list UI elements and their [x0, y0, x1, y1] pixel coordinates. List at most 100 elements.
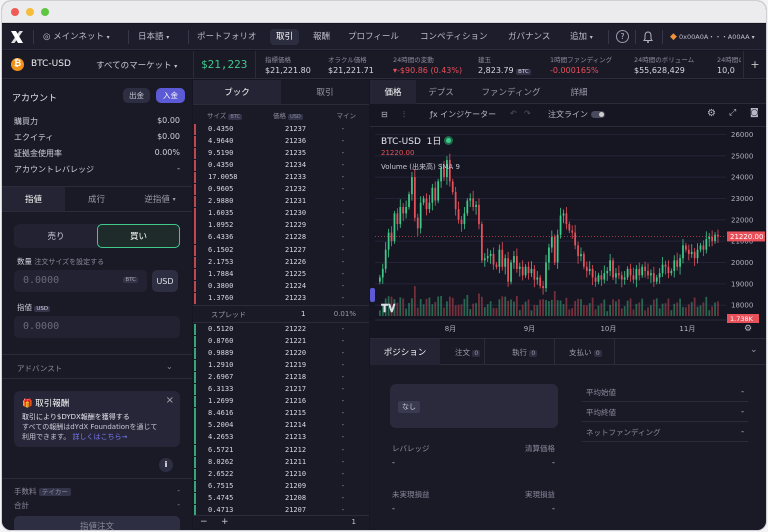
nav-item-governance[interactable]: ガバナンス [508, 29, 550, 45]
bell-icon[interactable] [643, 31, 653, 43]
layout-icon[interactable]: ⊟ [381, 110, 388, 119]
dydx-logo[interactable] [10, 30, 24, 44]
nav-item-trade[interactable]: 取引 [270, 29, 300, 45]
buy-button[interactable]: 買い [97, 224, 180, 248]
bid-row[interactable]: 6.7515 21209 - [194, 480, 358, 492]
all-markets-button[interactable]: すべてのマーケット ▾ [96, 59, 177, 71]
chart-drag-handle[interactable] [370, 288, 375, 302]
ask-row[interactable]: 6.1502 21227 - [194, 244, 358, 256]
redo-icon[interactable]: ↷ [524, 109, 531, 118]
bid-row[interactable]: 2.6522 21210 - [194, 468, 358, 480]
close-window-button[interactable] [11, 8, 19, 16]
language-selector[interactable]: 日本語 ▾ [138, 29, 169, 45]
sell-button[interactable]: 売り [16, 226, 96, 246]
help-icon[interactable]: ? [616, 30, 629, 43]
bid-row[interactable]: 8.0262 21211 - [194, 456, 358, 468]
ask-row[interactable]: 1.6035 21230 - [194, 208, 358, 220]
wallet-button[interactable]: ◆ 0x00A0A・・・A00AA ▾ [670, 29, 755, 45]
ask-row[interactable]: 2.9880 21231 - [194, 196, 358, 208]
bid-row[interactable]: 1.2699 21216 - [194, 396, 358, 408]
bid-row[interactable]: 5.4745 21208 - [194, 492, 358, 504]
usd-toggle-button[interactable]: USD [152, 270, 178, 292]
withdraw-button[interactable]: 出金 [123, 88, 150, 103]
ask-row[interactable]: 0.9605 21232 - [194, 184, 358, 196]
ask-row[interactable]: 9.5190 21235 - [194, 148, 358, 160]
bid-row[interactable]: 1.2910 21219 - [194, 360, 358, 372]
volume-bar [687, 304, 690, 316]
nav-item-rewards[interactable]: 報酬 [313, 29, 330, 45]
limit-price-input[interactable]: 0.0000 [14, 316, 180, 338]
bid-price: 21213 [285, 433, 307, 442]
ask-row[interactable]: 0.3800 21224 - [194, 280, 358, 292]
tab-fills[interactable]: 執行 0 [512, 347, 538, 358]
tab-orders[interactable]: 注文 0 [455, 347, 481, 358]
gear-icon[interactable]: ⚙ [707, 108, 716, 119]
nav-item-more[interactable]: 追加 ▾ [570, 29, 593, 45]
deposit-button[interactable]: 入金 [156, 88, 185, 103]
ask-row[interactable]: 0.4350 21234 - [194, 160, 358, 172]
chevron-down-icon[interactable]: ⌄ [166, 362, 173, 371]
ask-row[interactable]: 0.4350 21237 - [194, 124, 358, 136]
ask-row[interactable]: 17.0058 21233 - [194, 172, 358, 184]
ask-row[interactable]: 2.1753 21226 - [194, 256, 358, 268]
maximize-window-button[interactable] [41, 8, 49, 16]
tab-depth[interactable]: デプス [416, 80, 466, 104]
tab-positions[interactable]: ポジション [370, 339, 440, 365]
tab-details[interactable]: 詳細 [556, 80, 602, 104]
undo-icon[interactable]: ↶ [510, 109, 517, 118]
volume-bar [451, 297, 454, 316]
tab-trades[interactable]: 取引 [281, 80, 369, 104]
candle-type-icon[interactable]: ⫶ [403, 110, 405, 120]
bid-row[interactable]: 5.2004 21214 - [194, 420, 358, 432]
volume-bar [676, 302, 679, 316]
submit-order-button[interactable]: 指値注文 [14, 516, 180, 530]
tab-payments[interactable]: 支払い 0 [569, 347, 602, 358]
bid-row[interactable]: 6.3133 21217 - [194, 384, 358, 396]
collapse-icon[interactable]: ⌄ [750, 345, 758, 355]
bid-row[interactable]: 4.2653 21213 - [194, 432, 358, 444]
price-chart[interactable]: 2600025000240002300022000210002000019000… [370, 128, 766, 338]
ask-row[interactable]: 1.0952 21229 - [194, 220, 358, 232]
ask-row[interactable]: 1.3760 21223 - [194, 292, 358, 304]
camera-icon[interactable]: ◙ [750, 108, 759, 118]
bid-row[interactable]: 0.5120 21222 - [194, 324, 358, 336]
zoom-out-button[interactable]: − [200, 517, 208, 527]
nav-item-profile[interactable]: プロフィール [348, 29, 399, 45]
nav-item-portfolio[interactable]: ポートフォリオ [197, 29, 257, 45]
tab-funding[interactable]: ファンディング [466, 80, 556, 104]
bid-row[interactable]: 2.6967 21218 - [194, 372, 358, 384]
candle [603, 273, 606, 280]
tab-limit[interactable]: 指値 [2, 187, 65, 211]
expand-icon[interactable]: + [743, 51, 766, 79]
volume-bar [413, 286, 416, 316]
axis-settings-icon[interactable]: ⚙ [744, 324, 752, 334]
bid-row[interactable]: 6.5721 21212 - [194, 444, 358, 456]
bid-row[interactable]: 0.8760 21221 - [194, 336, 358, 348]
nav-item-competition[interactable]: コンペティション [420, 29, 488, 45]
grouping-value[interactable]: 1 [352, 518, 356, 526]
tab-price-chart[interactable]: 価格 [370, 80, 416, 104]
chart-legend: BTC-USD 1日 [381, 134, 454, 147]
volume-bar [553, 291, 556, 316]
amount-input[interactable]: 0.0000 BTC [14, 270, 147, 292]
tab-stop[interactable]: 逆指値 ▾ [128, 187, 192, 211]
order-lines-toggle[interactable]: 注文ライン [548, 109, 605, 120]
ask-row[interactable]: 1.7884 21225 - [194, 268, 358, 280]
network-selector[interactable]: ◎ メインネット ▾ [43, 29, 110, 45]
bid-row[interactable]: 8.4616 21215 - [194, 408, 358, 420]
info-icon[interactable]: i [159, 458, 173, 472]
tab-market[interactable]: 成行 [65, 187, 128, 211]
bid-row[interactable]: 0.9889 21220 - [194, 348, 358, 360]
volume-bar [580, 299, 582, 316]
learn-more-link[interactable]: 詳しくはこちら→ [73, 433, 128, 441]
close-icon[interactable]: × [166, 395, 174, 406]
ask-row[interactable]: 6.4336 21228 - [194, 232, 358, 244]
minimize-window-button[interactable] [26, 8, 34, 16]
tab-book[interactable]: ブック [193, 80, 281, 104]
fullscreen-icon[interactable]: ⤢ [729, 108, 736, 118]
zoom-in-button[interactable]: + [221, 517, 229, 527]
amount-label: 数量 注文サイズを設定する [17, 257, 105, 266]
advanced-toggle[interactable]: アドバンスト [17, 363, 62, 374]
ask-row[interactable]: 4.9640 21236 - [194, 136, 358, 148]
indicators-button[interactable]: ƒx インジケーター [430, 109, 496, 120]
